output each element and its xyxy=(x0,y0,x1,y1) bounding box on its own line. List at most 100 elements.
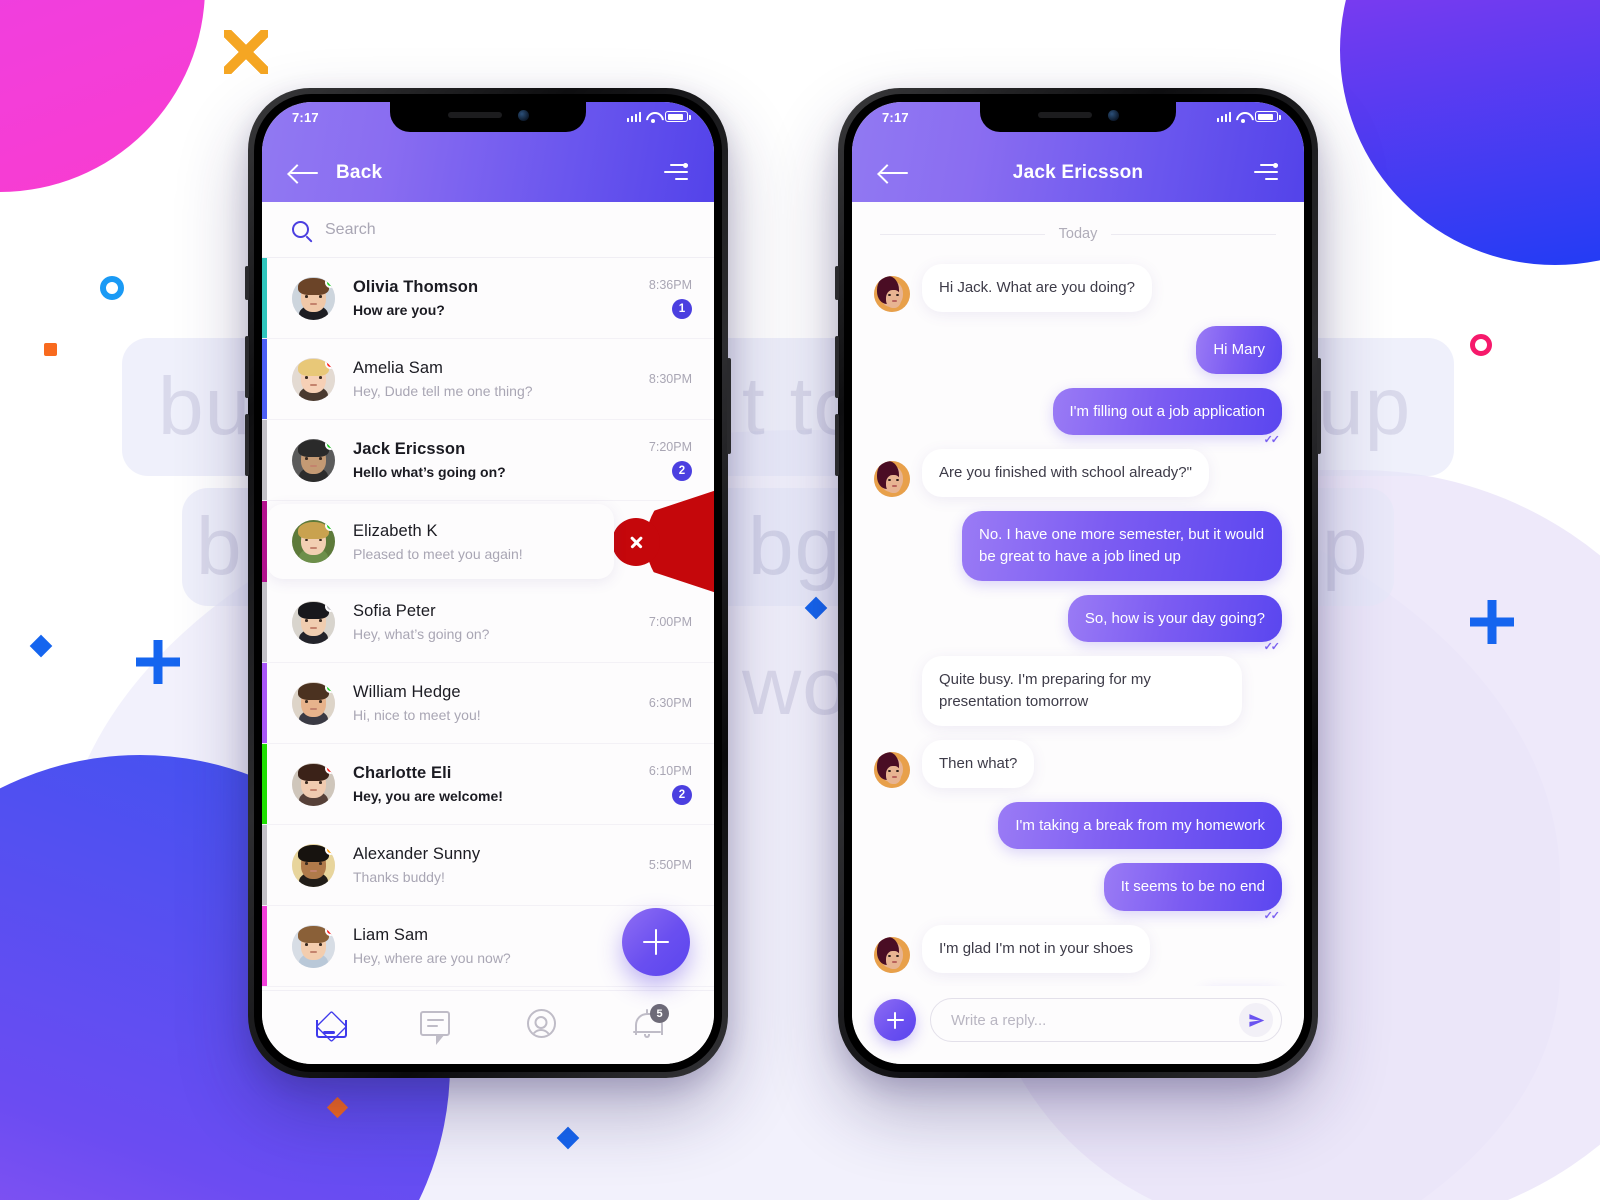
message-time: 6:10PM xyxy=(648,763,692,778)
last-message: Thanks buddy! xyxy=(353,869,445,885)
power-button[interactable] xyxy=(727,358,731,454)
signal-bars-icon-right xyxy=(1216,111,1231,122)
app-bar-right: Jack Ericsson xyxy=(852,144,1304,202)
power-button-right[interactable] xyxy=(1317,358,1321,454)
conversation-row[interactable]: Olivia Thomson How are you? 8:36PM 1 xyxy=(262,258,714,339)
ring-sprite-pink-icon xyxy=(1470,334,1492,356)
row-accent-bar xyxy=(262,906,267,986)
message-row: Are you finished with school already?" xyxy=(874,449,1282,497)
send-button[interactable] xyxy=(1239,1003,1273,1037)
row-meta: 7:00PM xyxy=(649,615,692,629)
message-input-bar[interactable]: Write a reply... xyxy=(852,986,1304,1064)
bottom-tab-bar[interactable]: 5 xyxy=(262,990,714,1064)
avatar xyxy=(292,924,335,968)
presence-dot xyxy=(325,276,335,288)
row-accent-bar xyxy=(262,744,267,824)
conversation-row[interactable]: Jack Ericsson Hello what’s going on? 7:20P… xyxy=(262,420,714,501)
avatar xyxy=(292,600,335,644)
new-chat-fab[interactable] xyxy=(622,908,690,976)
tab-profile[interactable] xyxy=(488,1009,594,1038)
wifi-icon-right xyxy=(1236,111,1250,123)
message-bubble[interactable]: I'm filling out a job application ✓✓ xyxy=(1052,387,1282,446)
last-message: Hey, what’s going on? xyxy=(353,626,490,642)
wifi-icon xyxy=(646,111,660,123)
arrow-left-icon-right[interactable] xyxy=(880,164,908,182)
mute-switch-right[interactable] xyxy=(835,266,839,300)
menu-dot-icon-right[interactable] xyxy=(1254,162,1278,182)
search-icon xyxy=(292,221,309,238)
search-input[interactable]: Search xyxy=(325,221,376,239)
message-bubble[interactable]: Quite busy. I'm preparing for my present… xyxy=(922,656,1242,726)
volume-up-button[interactable] xyxy=(245,336,249,398)
tab-messages[interactable] xyxy=(382,1011,488,1045)
message-avatar xyxy=(874,936,910,973)
message-bubble[interactable]: Hi Mary xyxy=(1196,325,1282,374)
message-bubble[interactable]: I'm glad I'm not in your shoes xyxy=(922,925,1151,973)
volume-down-button-right[interactable] xyxy=(835,414,839,476)
home-icon xyxy=(314,1010,347,1038)
message-bubble[interactable]: No. I have one more semester, but it wou… xyxy=(962,511,1282,581)
presence-dot xyxy=(325,438,335,450)
message-bubble[interactable]: It seems to be no end ✓✓ xyxy=(1103,863,1282,922)
send-paper-plane-icon xyxy=(1248,1013,1264,1027)
reply-input[interactable]: Write a reply... xyxy=(930,998,1282,1042)
message-bubble[interactable]: Then what? xyxy=(922,739,1035,788)
volume-up-button-right[interactable] xyxy=(835,336,839,398)
battery-icon-right xyxy=(1255,111,1281,122)
contact-name: Sofia Peter xyxy=(353,602,436,620)
message-avatar xyxy=(874,751,910,788)
message-bubble[interactable]: I'm taking a break from my homework xyxy=(998,801,1282,850)
last-message: How are you? xyxy=(353,302,445,318)
contact-name: Jack Ericsson xyxy=(353,440,466,458)
message-row: So, how is your day going? ✓✓ xyxy=(874,594,1282,653)
conversation-row[interactable]: Elizabeth K Pleased to meet you again! xyxy=(262,487,714,596)
conversation-row[interactable]: William Hedge Hi, nice to meet you! 6:30PM xyxy=(262,663,714,744)
contact-name: Alexander Sunny xyxy=(353,845,481,863)
last-message: Hi, nice to meet you! xyxy=(353,707,481,723)
avatar xyxy=(292,438,335,482)
search-bar[interactable]: Search xyxy=(262,202,714,258)
message-row: I'm filling out a job application ✓✓ xyxy=(874,387,1282,446)
presence-dot xyxy=(325,843,335,855)
back-label[interactable]: Back xyxy=(336,162,382,184)
chat-bubble-icon xyxy=(420,1011,450,1045)
message-bubble[interactable]: Are you finished with school already?" xyxy=(922,449,1209,497)
front-camera xyxy=(517,109,529,121)
tab-home[interactable] xyxy=(276,1010,382,1038)
avatar xyxy=(292,762,335,806)
contact-name: Elizabeth K xyxy=(353,521,438,540)
conversation-list[interactable]: Olivia Thomson How are you? 8:36PM 1 Amelia … xyxy=(262,258,714,990)
message-thread[interactable]: Today Hi Jack. What are you doing? Hi Mar… xyxy=(852,202,1304,986)
row-text: Charlotte Eli Hey, you are welcome! xyxy=(353,764,649,804)
row-accent-bar xyxy=(262,825,267,905)
mute-switch[interactable] xyxy=(245,266,249,300)
row-meta: 8:30PM xyxy=(649,372,692,386)
volume-down-button[interactable] xyxy=(245,414,249,476)
message-list: Hi Jack. What are you doing? Hi Mary I'm f… xyxy=(874,264,1282,986)
ring-sprite-blue-icon xyxy=(100,276,124,300)
conversation-row[interactable]: Amelia Sam Hey, Dude tell me one thing? 8:… xyxy=(262,339,714,420)
phone-chat-thread: 7:17 Jack Ericsson Today Hi Jack. What a… xyxy=(835,88,1321,1078)
tab-notifications[interactable]: 5 xyxy=(594,1004,700,1038)
row-text: Jack Ericsson Hello what’s going on? xyxy=(353,440,649,480)
row-meta: 5:50PM xyxy=(649,858,692,872)
plus-icon xyxy=(886,1011,904,1029)
presence-dot xyxy=(325,357,335,369)
conversation-row[interactable]: Alexander Sunny Thanks buddy! 5:50PM xyxy=(262,825,714,906)
blob-purple-topright xyxy=(1340,0,1600,265)
message-bubble[interactable]: So, how is your day going? ✓✓ xyxy=(1067,594,1282,653)
plus-sprite-blue-icon xyxy=(136,640,180,684)
last-message: Hello what’s going on? xyxy=(353,464,506,480)
message-bubble[interactable]: Hi Jack. What are you doing? xyxy=(922,264,1152,312)
arrow-left-icon[interactable] xyxy=(290,164,318,182)
menu-dot-icon[interactable] xyxy=(664,162,688,182)
conversation-row[interactable]: Charlotte Eli Hey, you are welcome! 6:10PM… xyxy=(262,744,714,825)
attach-button[interactable] xyxy=(874,999,916,1041)
row-text: Alexander Sunny Thanks buddy! xyxy=(353,845,649,885)
conversation-row[interactable]: Sofia Peter Hey, what’s going on? 7:00PM xyxy=(262,582,714,663)
message-time: 6:30PM xyxy=(648,696,692,710)
ghost-text-5: p xyxy=(1322,501,1369,592)
message-row: Then what? xyxy=(874,739,1282,788)
row-accent-bar xyxy=(262,258,267,338)
presence-dot xyxy=(325,520,335,531)
